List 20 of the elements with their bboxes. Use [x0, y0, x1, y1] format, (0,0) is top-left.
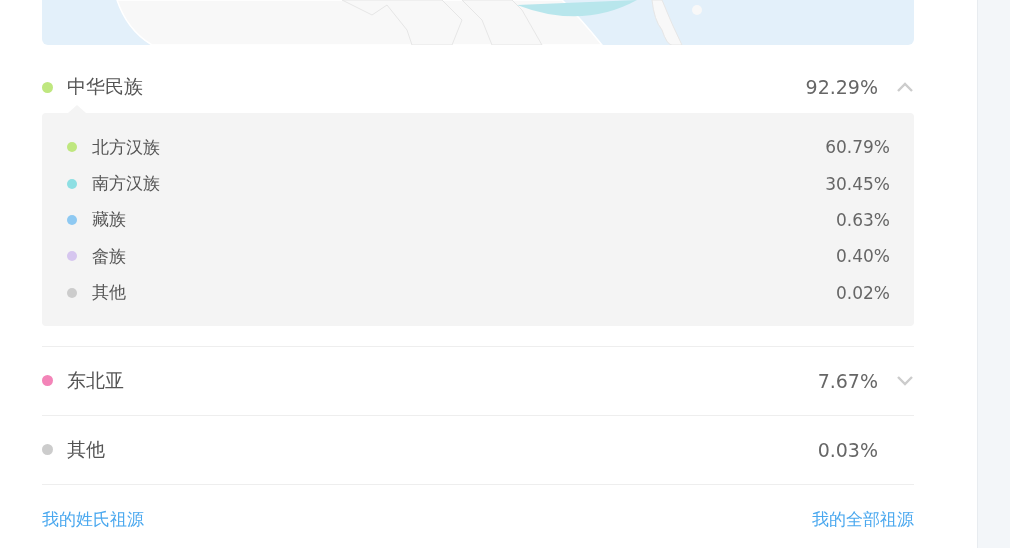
group-percent: 92.29% [805, 76, 878, 98]
group-percent: 0.03% [817, 438, 878, 461]
chevron-icon[interactable] [896, 375, 914, 387]
group-name: 其他 [67, 436, 106, 462]
group-name: 东北亚 [67, 367, 125, 393]
subgroup-name: 北方汉族 [92, 135, 161, 159]
link[interactable]: 我的全部祖源 [812, 508, 914, 532]
subgroup-percent: 30.45% [825, 173, 890, 194]
subgroup-name: 南方汉族 [92, 172, 161, 196]
link[interactable]: 我的姓氏祖源 [42, 508, 144, 532]
subgroup-percent: 60.79% [825, 137, 890, 158]
subgroup-name: 藏族 [92, 208, 127, 232]
group-percent: 7.67% [817, 369, 878, 392]
subgroup-name: 其他 [92, 281, 127, 305]
subgroup-name: 畲族 [92, 244, 127, 268]
chevron-icon[interactable] [896, 81, 914, 93]
subgroup-percent: 0.63% [836, 209, 890, 230]
subgroup-percent: 0.40% [836, 246, 890, 267]
subgroup-percent: 0.02% [836, 282, 890, 303]
group-name: 中华民族 [67, 74, 144, 99]
